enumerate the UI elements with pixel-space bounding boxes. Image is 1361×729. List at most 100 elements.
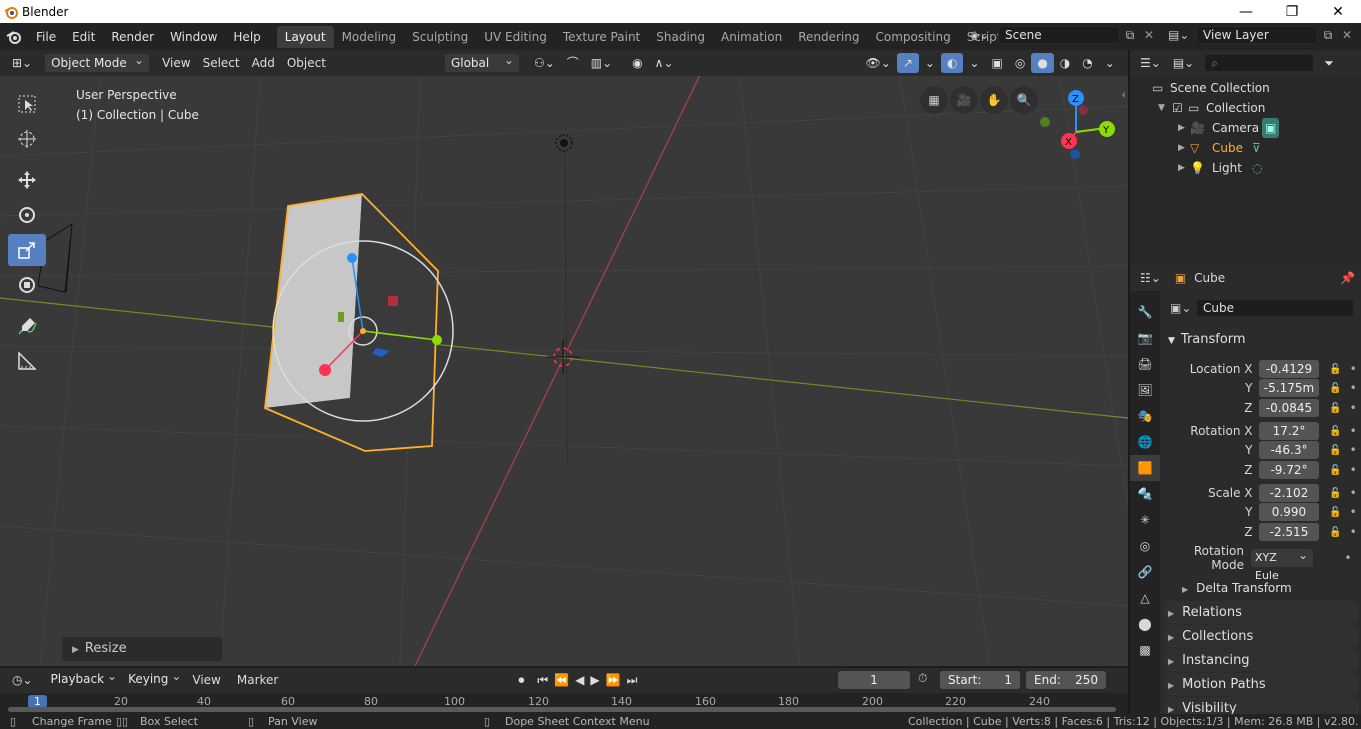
outliner-search-input[interactable]: ⌕	[1204, 54, 1315, 72]
jump-keyframe-back-icon[interactable]: ⏪	[551, 670, 572, 690]
display-mode-icon[interactable]: ▤⌄	[1167, 53, 1200, 73]
minimize-button[interactable]: —	[1223, 0, 1269, 23]
stopwatch-icon[interactable]: ⏱	[918, 671, 927, 686]
rotation-mode-dropdown[interactable]: XYZ Eule	[1250, 546, 1314, 582]
pan-hand-icon[interactable]: ✋	[980, 86, 1008, 114]
keyframe-dot-icon[interactable]: •	[1342, 551, 1354, 565]
modifier-tab-icon[interactable]: 🔩	[1130, 481, 1160, 507]
cursor-tool[interactable]	[8, 123, 46, 155]
view-layer-tab-icon[interactable]: 🖼	[1130, 377, 1160, 403]
lock-icon[interactable]: 🔓	[1327, 403, 1343, 414]
outliner-editor-type-icon[interactable]: ☰⌄	[1134, 53, 1167, 73]
tab-rendering[interactable]: Rendering	[790, 26, 867, 48]
xray-icon[interactable]: ▣	[985, 53, 1008, 73]
end-frame-field[interactable]: End: 250	[1026, 671, 1106, 689]
menu-file[interactable]: File	[28, 26, 64, 48]
instancing-section[interactable]: ▶ Instancing	[1164, 649, 1359, 671]
new-scene-icon[interactable]: ⧉	[1120, 28, 1140, 43]
falloff-icon[interactable]: ∧⌄	[649, 53, 680, 73]
rotation-x-field[interactable]: 17.2°	[1258, 422, 1320, 440]
timeline-ruler[interactable]: 1 20 40 60 80 100 120 140 160 180 200 22…	[0, 693, 1128, 714]
scale-x-field[interactable]: -2.102	[1258, 484, 1320, 502]
rendered-shading-icon[interactable]: ◔	[1076, 53, 1098, 73]
keyframe-dot-icon[interactable]: •	[1347, 362, 1359, 376]
material-shading-icon[interactable]: ◑	[1054, 53, 1076, 73]
tab-shading[interactable]: Shading	[648, 26, 713, 48]
collection-row[interactable]: ▼ ☑ ▭ Collection 👁	[1158, 98, 1361, 118]
outliner-item-camera[interactable]: ▶ 🎥 Camera ▣ 👁	[1178, 118, 1361, 138]
tab-uv-editing[interactable]: UV Editing	[476, 26, 555, 48]
menu-help[interactable]: Help	[225, 26, 268, 48]
delete-scene-icon[interactable]: ✕	[1140, 28, 1158, 42]
snap-icon[interactable]: ⌒	[561, 53, 585, 73]
collections-section[interactable]: ▶ Collections	[1164, 625, 1359, 647]
view-layer-icon[interactable]: ▤⌄	[1168, 28, 1196, 42]
gizmo-toggle-icon[interactable]: ↗	[896, 53, 919, 73]
object-tab-icon[interactable]: 🟧	[1130, 455, 1160, 481]
transform-tool[interactable]	[8, 269, 46, 301]
camera-view-icon[interactable]: 🎥	[950, 86, 978, 114]
3d-cursor[interactable]	[546, 340, 580, 374]
move-tool[interactable]	[8, 164, 46, 196]
output-tab-icon[interactable]: 🖨	[1130, 351, 1160, 377]
scene-icon[interactable]: ◈⌄	[970, 28, 998, 42]
mode-dropdown[interactable]: Object Mode	[44, 51, 151, 73]
filter-icon[interactable]: ⏷	[1318, 53, 1340, 73]
last-operator-panel[interactable]: ▶ Resize	[62, 637, 222, 661]
rotation-y-field[interactable]: -46.3°	[1258, 441, 1320, 459]
keyframe-dot-icon[interactable]: •	[1347, 424, 1359, 438]
overlays-dropdown-icon[interactable]: ⌄	[963, 53, 985, 73]
scale-y-field[interactable]: 0.990	[1258, 503, 1320, 521]
snap-target-icon[interactable]: ▥⌄	[585, 53, 618, 73]
gizmo-dropdown-icon[interactable]: ⌄	[919, 53, 941, 73]
jump-end-icon[interactable]: ⏭	[624, 670, 641, 690]
select-box-tool[interactable]	[8, 88, 46, 120]
visibility-section[interactable]: ▶ Visibility	[1164, 697, 1359, 714]
blender-menu-icon[interactable]	[0, 29, 28, 45]
scene-collection-row[interactable]: ▭ Scene Collection	[1152, 78, 1361, 98]
wireframe-shading-icon[interactable]: ◎	[1009, 53, 1031, 73]
current-frame-field[interactable]: 1	[838, 671, 910, 689]
rotate-tool[interactable]	[8, 199, 46, 231]
location-y-field[interactable]: -5.175m	[1258, 379, 1320, 397]
tab-animation[interactable]: Animation	[713, 26, 790, 48]
orientation-dropdown[interactable]: Global	[443, 51, 520, 73]
location-z-field[interactable]: -0.0845	[1258, 399, 1320, 417]
tab-modeling[interactable]: Modeling	[334, 26, 405, 48]
material-tab-icon[interactable]: ⬤	[1130, 611, 1160, 637]
outliner-item-cube[interactable]: ▶ ▽ Cube ⊽ 👁	[1178, 138, 1361, 158]
object-datablock-icon[interactable]: ▣⌄	[1170, 301, 1196, 315]
shading-dropdown-icon[interactable]: ⌄	[1099, 53, 1121, 73]
tab-layout[interactable]: Layout	[276, 25, 334, 48]
pivot-icon[interactable]: ⚇⌄	[528, 53, 561, 73]
overlays-icon[interactable]: ◐	[940, 53, 964, 73]
collapse-arrow-icon[interactable]: ▼	[1158, 98, 1172, 118]
sidebar-toggle-icon[interactable]: ‹	[1122, 88, 1126, 101]
keyframe-dot-icon[interactable]: •	[1347, 486, 1359, 500]
menu-add[interactable]: Add	[246, 53, 281, 73]
menu-render[interactable]: Render	[103, 26, 162, 48]
lock-icon[interactable]: 🔓	[1327, 488, 1343, 499]
timeline-menu-view[interactable]: View	[186, 670, 226, 690]
playback-dropdown[interactable]: Playback	[45, 667, 123, 690]
texture-tab-icon[interactable]: ▩	[1130, 637, 1160, 663]
play-icon[interactable]: ▶	[587, 670, 602, 690]
scale-tool[interactable]	[8, 234, 46, 266]
annotate-tool[interactable]	[8, 310, 46, 342]
physics-tab-icon[interactable]: ◎	[1130, 533, 1160, 559]
tab-texture-paint[interactable]: Texture Paint	[555, 26, 648, 48]
location-x-field[interactable]: -0.4129	[1258, 360, 1320, 378]
timeline-scrollbar[interactable]	[8, 707, 1116, 712]
keying-dropdown[interactable]: Keying	[122, 667, 186, 690]
keyframe-dot-icon[interactable]: •	[1347, 525, 1359, 539]
tab-sculpting[interactable]: Sculpting	[404, 26, 476, 48]
tool-tab-icon[interactable]: 🔧	[1130, 299, 1160, 325]
relations-section[interactable]: ▶ Relations	[1164, 601, 1359, 623]
new-view-layer-icon[interactable]: ⧉	[1318, 28, 1338, 43]
jump-start-icon[interactable]: ⏮	[534, 670, 551, 690]
menu-select[interactable]: Select	[197, 53, 246, 73]
render-tab-icon[interactable]: 📷	[1130, 325, 1160, 351]
object-name-field[interactable]: Cube	[1196, 299, 1354, 317]
particles-tab-icon[interactable]: ✳	[1130, 507, 1160, 533]
keyframe-dot-icon[interactable]: •	[1347, 463, 1359, 477]
